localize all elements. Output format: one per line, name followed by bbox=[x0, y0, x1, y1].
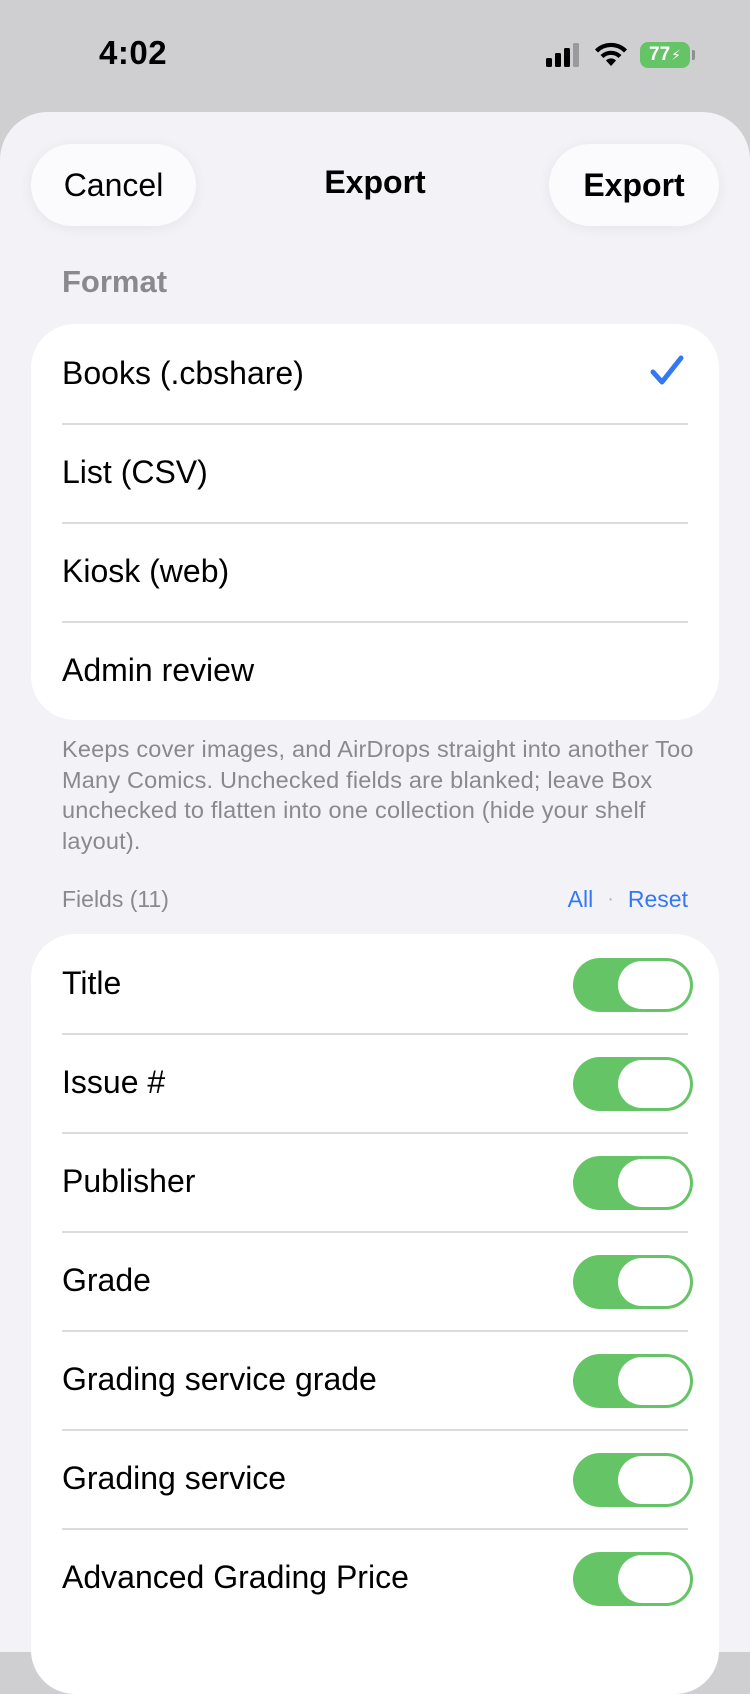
issue-toggle[interactable] bbox=[573, 1057, 693, 1111]
status-time: 4:02 bbox=[99, 34, 168, 71]
status-icons: 77 ⚡ bbox=[546, 38, 695, 72]
field-row-grading-service: Grading service bbox=[31, 1429, 719, 1528]
checkmark-icon bbox=[650, 355, 684, 385]
charging-icon: ⚡ bbox=[671, 46, 681, 63]
toggle-knob bbox=[618, 1555, 690, 1603]
format-options-list: Books (.cbshare) List (CSV) Kiosk (web) … bbox=[31, 324, 719, 720]
toggle-knob bbox=[618, 961, 690, 1009]
publisher-toggle[interactable] bbox=[573, 1156, 693, 1210]
export-sheet: Cancel Export Export Format Books (.cbsh… bbox=[0, 112, 750, 1694]
field-label: Issue # bbox=[62, 1064, 166, 1100]
format-option-label: Kiosk (web) bbox=[62, 553, 230, 589]
field-row-grading-service-grade: Grading service grade bbox=[31, 1330, 719, 1429]
field-label: Grade bbox=[62, 1262, 151, 1298]
format-option-books[interactable]: Books (.cbshare) bbox=[31, 324, 719, 423]
toggle-knob bbox=[618, 1456, 690, 1504]
field-label: Grading service grade bbox=[62, 1361, 377, 1397]
format-description: Keeps cover images, and AirDrops straigh… bbox=[62, 736, 694, 854]
toggle-knob bbox=[618, 1357, 690, 1405]
grading-service-grade-toggle[interactable] bbox=[573, 1354, 693, 1408]
separator-dot: · bbox=[607, 888, 614, 910]
toggle-knob bbox=[618, 1060, 690, 1108]
field-row-grade: Grade bbox=[31, 1231, 719, 1330]
format-option-label: Books (.cbshare) bbox=[62, 355, 304, 391]
grading-service-toggle[interactable] bbox=[573, 1453, 693, 1507]
field-row-issue: Issue # bbox=[31, 1033, 719, 1132]
format-option-list-csv[interactable]: List (CSV) bbox=[31, 423, 719, 522]
cellular-signal-icon bbox=[546, 43, 579, 67]
fields-list: Title Issue # Publisher Grade Grading se… bbox=[31, 934, 719, 1694]
fields-actions: All · Reset bbox=[568, 886, 688, 913]
fields-section-header: Fields (11) bbox=[62, 886, 169, 912]
wifi-icon bbox=[595, 42, 627, 66]
format-option-label: Admin review bbox=[62, 652, 255, 688]
field-row-advanced-grading-price: Advanced Grading Price bbox=[31, 1528, 719, 1627]
title-toggle[interactable] bbox=[573, 958, 693, 1012]
format-option-kiosk[interactable]: Kiosk (web) bbox=[31, 522, 719, 621]
toggle-knob bbox=[618, 1258, 690, 1306]
field-row-title: Title bbox=[31, 934, 719, 1033]
field-label: Advanced Grading Price bbox=[62, 1559, 409, 1595]
advanced-grading-price-toggle[interactable] bbox=[573, 1552, 693, 1606]
field-row-publisher: Publisher bbox=[31, 1132, 719, 1231]
field-label: Grading service bbox=[62, 1460, 287, 1496]
reset-button[interactable]: Reset bbox=[628, 886, 688, 913]
battery-level: 77 bbox=[649, 44, 671, 65]
status-bar: 4:02 77 ⚡ bbox=[0, 0, 750, 112]
select-all-button[interactable]: All bbox=[568, 886, 594, 913]
battery-indicator: 77 ⚡ bbox=[640, 42, 695, 68]
export-button[interactable]: Export bbox=[549, 144, 719, 226]
grade-toggle[interactable] bbox=[573, 1255, 693, 1309]
field-label: Title bbox=[62, 965, 122, 1001]
format-option-label: List (CSV) bbox=[62, 454, 208, 490]
format-section-header: Format bbox=[62, 264, 168, 299]
format-option-admin-review[interactable]: Admin review bbox=[31, 621, 719, 720]
field-label: Publisher bbox=[62, 1163, 196, 1199]
toggle-knob bbox=[618, 1159, 690, 1207]
